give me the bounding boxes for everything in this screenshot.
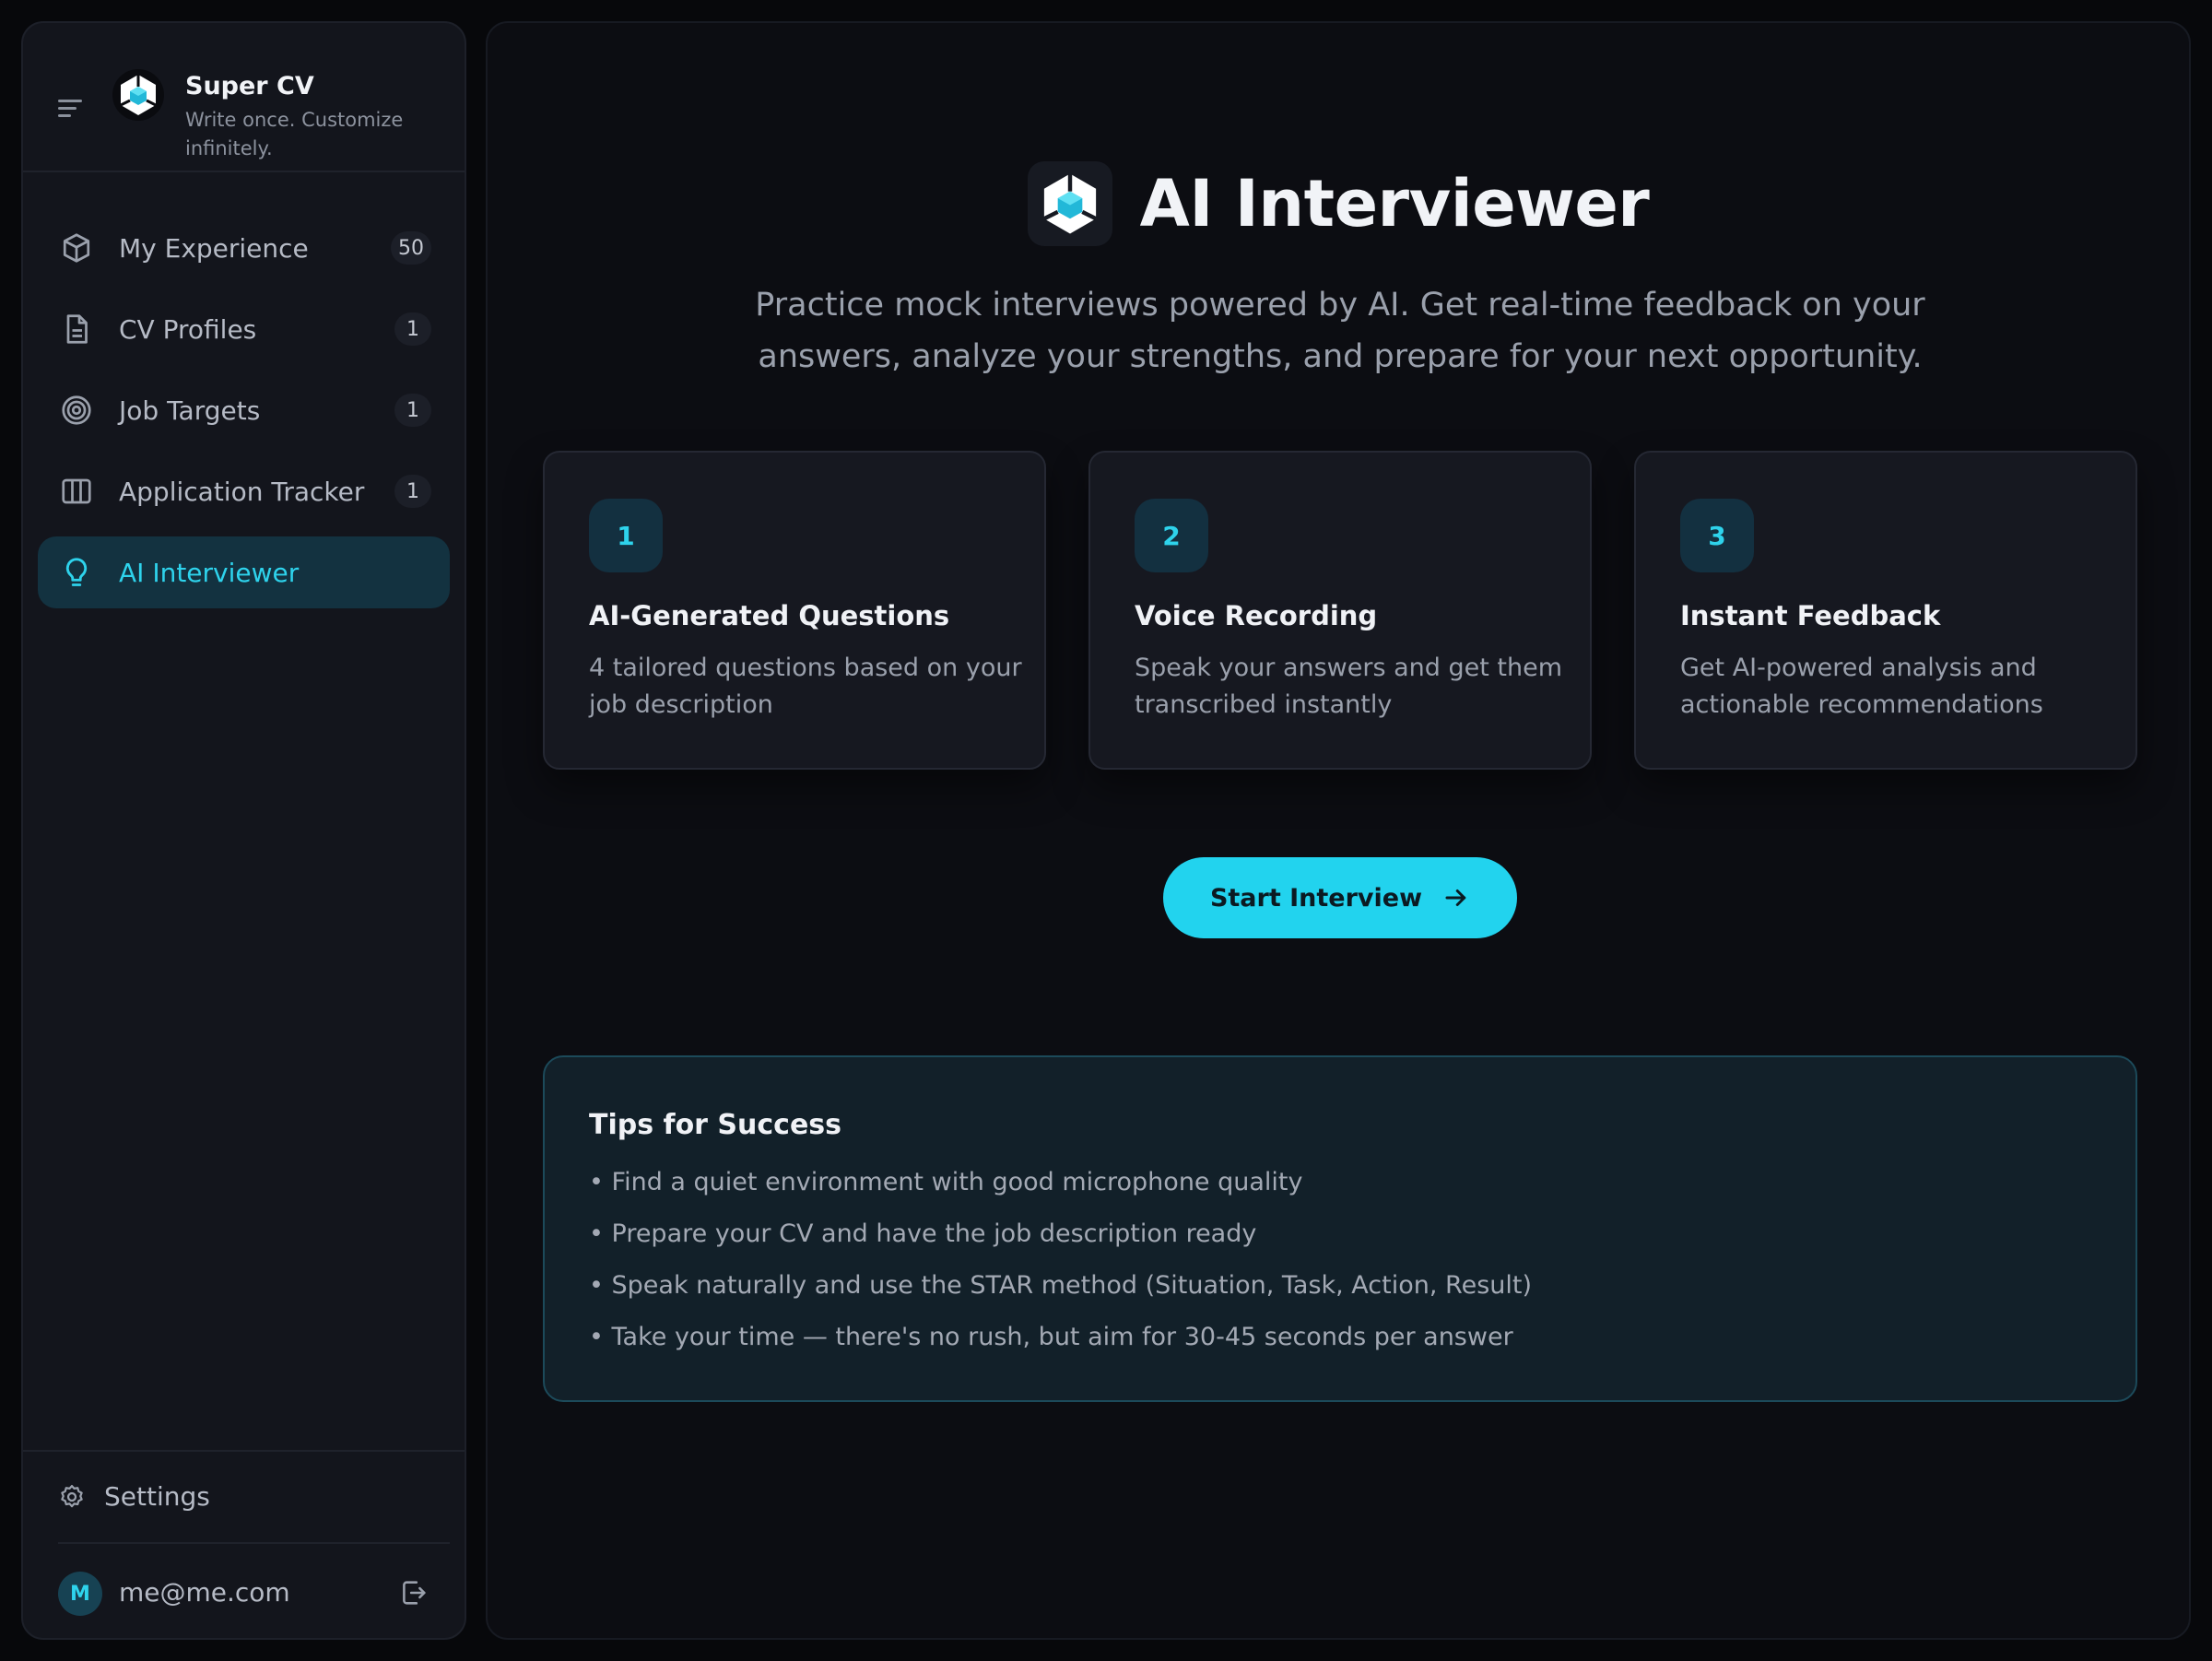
main-content: AI Interviewer Practice mock interviews … — [486, 21, 2191, 1640]
cube-logo-icon — [1027, 161, 1112, 246]
tips-title: Tips for Success — [589, 1109, 842, 1141]
sidebar-item-application-tracker[interactable]: Application Tracker 1 — [38, 455, 450, 527]
card-title: Instant Feedback — [1680, 600, 1941, 631]
settings-label: Settings — [104, 1481, 210, 1512]
sidebar-item-label: Application Tracker — [119, 476, 365, 507]
feature-cards: 1 AI-Generated Questions 4 tailored ques… — [543, 451, 2137, 770]
menu-icon[interactable] — [58, 97, 82, 121]
sidebar-item-label: My Experience — [119, 232, 309, 264]
card-description: Get AI-powered analysis and actionable r… — [1680, 654, 2043, 719]
sidebar-item-job-targets[interactable]: Job Targets 1 — [38, 374, 450, 446]
arrow-right-icon — [1445, 889, 1466, 906]
count-badge: 1 — [394, 312, 431, 346]
button-label: Start Interview — [1209, 883, 1423, 913]
lightbulb-icon — [65, 558, 88, 586]
box-icon — [63, 233, 90, 263]
logout-icon[interactable] — [398, 1577, 429, 1608]
app: Super CV Write once. Customize infinitel… — [0, 0, 2212, 1661]
document-icon — [66, 314, 88, 344]
brand-subtitle: Write once. Customize infinitely. — [185, 109, 404, 159]
sidebar-item-label: AI Interviewer — [119, 557, 300, 588]
sidebar-item-cv-profiles[interactable]: CV Profiles 1 — [38, 293, 450, 365]
step-number: 1 — [589, 499, 663, 572]
list-item: • Prepare your CV and have the job descr… — [589, 1219, 1257, 1248]
hero-header: AI Interviewer — [488, 161, 2189, 253]
brand-title: Super CV — [185, 72, 314, 100]
start-interview-button[interactable]: Start Interview — [1163, 857, 1517, 938]
user-row: M me@me.com — [23, 1544, 465, 1638]
feature-card-feedback: 3 Instant Feedback Get AI-powered analys… — [1634, 451, 2137, 770]
step-number: 3 — [1680, 499, 1754, 572]
columns-icon — [62, 478, 91, 504]
settings-button[interactable]: Settings — [23, 1452, 465, 1542]
cube-logo-icon — [112, 69, 164, 121]
tips-panel: Tips for Success • Find a quiet environm… — [543, 1055, 2137, 1402]
sidebar-item-label: Job Targets — [119, 395, 261, 426]
feature-card-voice: 2 Voice Recording Speak your answers and… — [1088, 451, 1592, 770]
brand-header: Super CV Write once. Customize infinitel… — [23, 23, 465, 172]
count-badge: 1 — [394, 475, 431, 508]
sidebar-item-my-experience[interactable]: My Experience 50 — [38, 212, 450, 284]
sidebar-item-label: CV Profiles — [119, 313, 257, 345]
list-item: • Speak naturally and use the STAR metho… — [589, 1271, 1532, 1300]
page-description: Practice mock interviews powered by AI. … — [755, 287, 1925, 375]
user-email: me@me.com — [119, 1577, 290, 1608]
sidebar-footer: Settings M me@me.com — [23, 1450, 465, 1638]
feature-card-questions: 1 AI-Generated Questions 4 tailored ques… — [543, 451, 1046, 770]
avatar: M — [58, 1572, 102, 1616]
card-title: Voice Recording — [1135, 600, 1378, 631]
step-number: 2 — [1135, 499, 1208, 572]
sidebar-nav: My Experience 50 CV Profiles 1 Job Targe… — [38, 212, 450, 618]
count-badge: 50 — [391, 231, 431, 265]
gear-icon — [61, 1485, 83, 1508]
card-description: Speak your answers and get them transcri… — [1135, 654, 1563, 719]
card-title: AI-Generated Questions — [589, 600, 950, 631]
card-description: 4 tailored questions based on your job d… — [589, 654, 1022, 719]
sidebar: Super CV Write once. Customize infinitel… — [21, 21, 466, 1640]
tips-list: • Find a quiet environment with good mic… — [589, 1157, 1532, 1363]
count-badge: 1 — [394, 394, 431, 427]
sidebar-item-ai-interviewer[interactable]: AI Interviewer — [38, 536, 450, 608]
page-title: AI Interviewer — [1139, 166, 1650, 241]
target-icon — [62, 395, 91, 425]
list-item: • Find a quiet environment with good mic… — [589, 1168, 1303, 1196]
list-item: • Take your time — there's no rush, but … — [589, 1323, 1513, 1351]
